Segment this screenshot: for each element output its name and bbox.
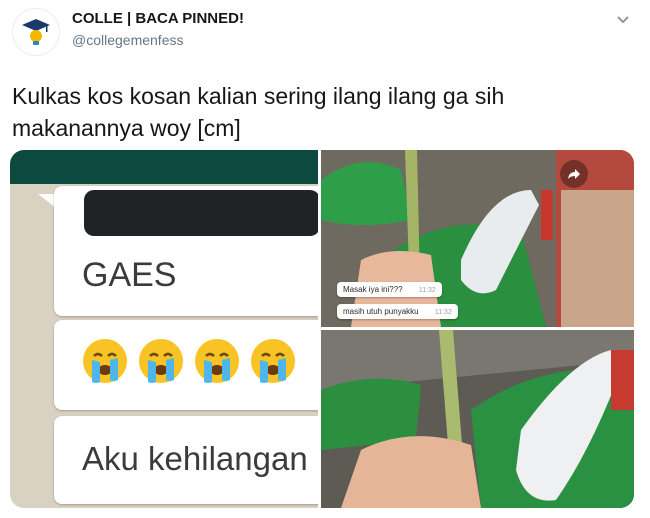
crying-face-icon — [251, 339, 295, 383]
crying-emoji-row — [80, 336, 298, 386]
chat-header-bar — [10, 150, 318, 184]
crying-face-icon — [83, 339, 127, 383]
redacted-name-bar — [84, 190, 318, 236]
caption-text: masih utuh punyakku — [343, 307, 419, 316]
caption-text: Masak iya ini??? — [343, 285, 403, 294]
share-arrow-icon[interactable] — [560, 160, 588, 188]
avatar[interactable] — [12, 8, 60, 56]
fridge-photo-bottom[interactable] — [321, 330, 634, 508]
fridge-photo-top[interactable]: Masak iya ini??? 11:32 masih utuh punyak… — [321, 150, 634, 327]
caption-time: 11:32 — [434, 309, 452, 316]
crying-face-icon — [139, 339, 183, 383]
chevron-down-icon[interactable] — [614, 10, 632, 28]
photo-caption: Masak iya ini??? 11:32 — [337, 282, 442, 297]
chat-message: GAES — [82, 256, 177, 294]
graduation-cap-bulb-icon — [22, 19, 50, 45]
user-handle[interactable]: @collegemenfess — [72, 32, 184, 48]
caption-time: 11:32 — [418, 287, 436, 294]
tweet-text: Kulkas kos kosan kalian sering ilang ila… — [12, 83, 505, 141]
display-name[interactable]: COLLE | BACA PINNED! — [72, 10, 244, 27]
chat-message: Aku kehilangan — [82, 440, 308, 477]
photo-caption: masih utuh punyakku 11:32 — [337, 304, 458, 319]
crying-face-icon — [195, 339, 239, 383]
tweet-card: COLLE | BACA PINNED! @collegemenfess Kul… — [0, 0, 650, 518]
fridge-photo-illustration — [321, 330, 634, 508]
media-grid[interactable]: GAES Aku kehilangan Masak iya ini??? 11:… — [10, 150, 634, 508]
chat-screenshot-image[interactable]: GAES Aku kehilangan — [10, 150, 318, 508]
